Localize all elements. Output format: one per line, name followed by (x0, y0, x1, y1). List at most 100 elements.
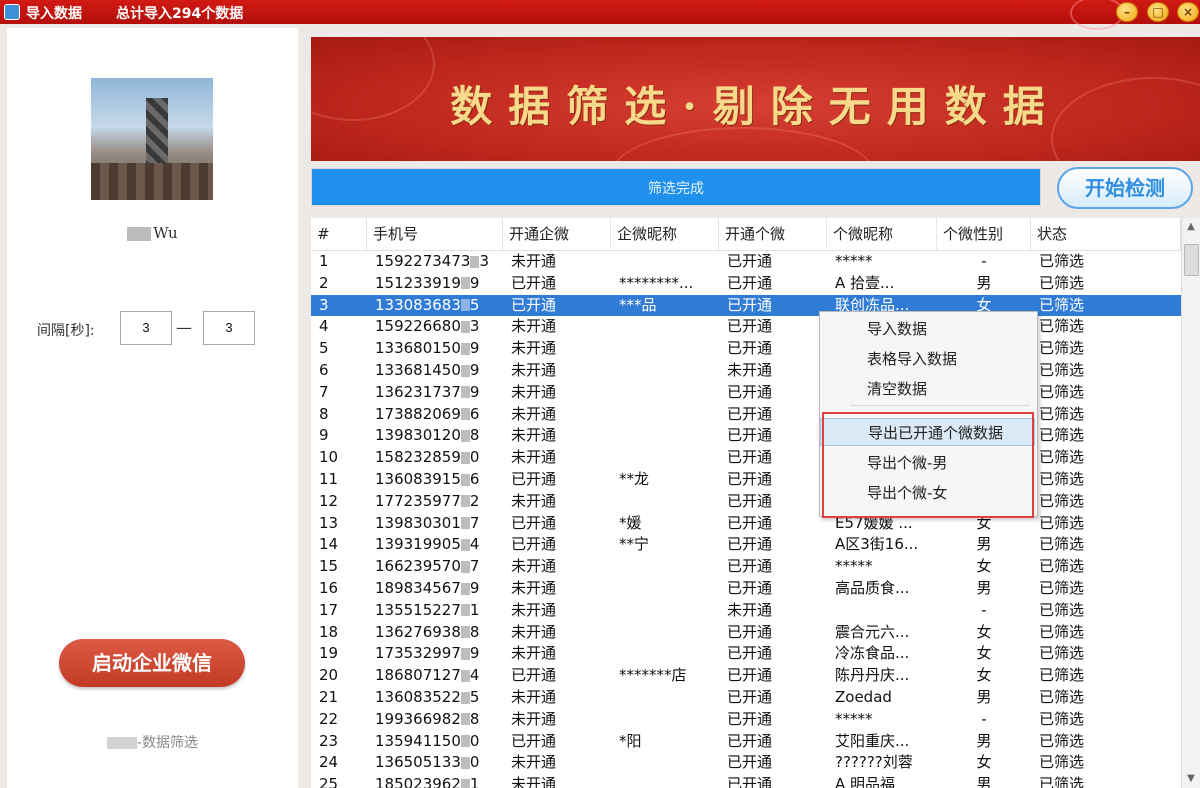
table-row[interactable]: 10 158232859 0 未开通 已开通 已筛选 (311, 447, 1181, 469)
phone-cell: 139830301 7 (367, 513, 511, 534)
qwnick-cell: **宁 (619, 535, 650, 554)
gw-cell: 已开通 (727, 557, 773, 576)
phone-digits: 199366982 (375, 709, 461, 728)
phone-cell: 133083683 5 (367, 295, 511, 316)
column-header[interactable]: 开通个微 (719, 218, 827, 250)
n-cell: 14 (319, 535, 339, 554)
qw-cell: 已开通 (511, 470, 557, 488)
phone-blur (460, 364, 470, 377)
column-header[interactable]: 个微昵称 (827, 218, 937, 250)
start-check-button[interactable]: 开始检测 (1057, 167, 1193, 209)
interval-min-input[interactable]: 3 (120, 311, 172, 345)
column-header[interactable]: 状态 (1031, 218, 1181, 250)
phone-digits: 173882069 (375, 404, 461, 423)
scroll-up-icon[interactable]: ▲ (1182, 218, 1200, 236)
qwnick-cell: ***品 (619, 295, 657, 314)
table-row[interactable]: 22 199366982 8 未开通 已开通 ***** - 已筛选 (311, 709, 1181, 731)
vertical-scrollbar[interactable]: ▲ ▼ (1181, 218, 1200, 788)
n-cell: 9 (319, 426, 329, 445)
phone-cell: 136083522 5 (367, 687, 511, 708)
table-row[interactable]: 15 166239570 7 未开通 已开通 ***** 女 已筛选 (311, 556, 1181, 578)
phone-last-digit: 9 (469, 382, 480, 401)
column-header[interactable]: 企微昵称 (611, 218, 719, 250)
n-cell: 7 (319, 382, 329, 401)
table-row[interactable]: 1 1592273473 3 未开通 已开通 ***** - 已筛选 (311, 251, 1181, 273)
qw-cell: 已开通 (511, 731, 557, 750)
table-row[interactable]: 11 136083915 6 已开通 **龙 已开通 已筛选 (311, 469, 1181, 491)
table-row[interactable]: 25 185023962 1 未开通 已开通 A 明品福 男 已筛选 (311, 774, 1181, 788)
gw-cell: 已开通 (727, 295, 773, 314)
gw-cell: 已开通 (727, 753, 773, 772)
column-header[interactable]: # (311, 218, 367, 250)
interval-max-input[interactable]: 3 (203, 311, 255, 345)
table-row[interactable]: 6 133681450 9 未开通 未开通 已筛选 (311, 360, 1181, 382)
column-header[interactable]: 个微性别 (937, 218, 1031, 250)
qw-cell: 已开通 (511, 295, 557, 314)
sex-cell: - (981, 600, 987, 619)
table-row[interactable]: 18 136276938 8 未开通 已开通 震合元六... 女 已筛选 (311, 622, 1181, 644)
table-row[interactable]: 9 139830120 8 未开通 已开通 已筛选 (311, 425, 1181, 447)
phone-blur (460, 560, 470, 573)
menu-import-data[interactable]: 导入数据 (820, 315, 1035, 343)
scroll-down-icon[interactable]: ▼ (1182, 770, 1200, 788)
table-row[interactable]: 8 173882069 6 未开通 已开通 已筛选 (311, 404, 1181, 426)
n-cell: 4 (319, 317, 329, 336)
phone-blur (460, 626, 470, 639)
phone-cell: 135941150 0 (367, 731, 511, 752)
gw-cell: 已开通 (727, 252, 773, 270)
interval-label: 间隔[秒]: (37, 323, 95, 339)
phone-last-digit: 4 (469, 666, 480, 685)
phone-last-digit: 8 (469, 709, 480, 728)
status-cell: 已筛选 (1039, 470, 1085, 488)
phone-cell: 139319905 4 (367, 534, 511, 555)
table-row[interactable]: 19 173532997 9 未开通 已开通 冷冻食品... 女 已筛选 (311, 643, 1181, 665)
gw-cell: 已开通 (727, 579, 773, 597)
table-row[interactable]: 2 151233919 9 已开通 ********... 已开通 A 拾壹... 男 已筛选 (311, 273, 1181, 295)
status-cell: 已筛选 (1039, 448, 1085, 467)
phone-cell: 173882069 6 (367, 404, 511, 425)
n-cell: 22 (319, 709, 339, 728)
table-row[interactable]: 17 135515227 1 未开通 未开通 - 已筛选 (311, 600, 1181, 622)
table-row[interactable]: 5 133680150 9 未开通 已开通 已筛选 (311, 338, 1181, 360)
sex-cell: 男 (976, 688, 992, 706)
phone-cell: 133681450 9 (367, 360, 511, 381)
phone-cell: 135515227 1 (367, 600, 511, 621)
table-row[interactable]: 16 189834567 9 未开通 已开通 高品质食... 男 已筛选 (311, 578, 1181, 600)
start-wecom-button[interactable]: 启动企业微信 (59, 639, 245, 687)
table-row[interactable]: 20 186807127 4 已开通 *******店 已开通 陈丹丹庆... 女 已筛选 (311, 665, 1181, 687)
qw-cell: 未开通 (511, 775, 557, 788)
column-header[interactable]: 手机号 (367, 218, 503, 250)
phone-last-digit: 7 (469, 513, 480, 532)
table-row[interactable]: 3 133083683 5 已开通 ***品 已开通 联创冻品... 女已筛选 (311, 294, 1181, 317)
qw-cell: 已开通 (511, 666, 557, 685)
gwnick-cell: A 拾壹... (835, 273, 895, 292)
status-cell: 已筛选 (1039, 295, 1085, 314)
maximize-icon[interactable]: □ (1147, 2, 1169, 22)
table-row[interactable]: 23 135941150 0 已开通 *阳 已开通 艾阳重庆... 男 已筛选 (311, 731, 1181, 753)
column-header[interactable]: 开通企微 (503, 218, 611, 250)
minimize-icon[interactable]: – (1116, 2, 1138, 22)
gw-cell: 已开通 (727, 317, 773, 336)
gwnick-cell: 陈丹丹庆... (835, 666, 910, 685)
phone-digits: 139319905 (375, 535, 461, 554)
table-row[interactable]: 21 136083522 5 未开通 已开通 Zoedad 男 已筛选 (311, 687, 1181, 709)
table-row[interactable]: 14 139319905 4 已开通 **宁 已开通 A区3街16... 男 已筛选 (311, 534, 1181, 556)
menu-import-spreadsheet[interactable]: 表格导入数据 (820, 345, 1035, 373)
title-bar: 导入数据 总计导入294个数据 – □ × (0, 0, 1200, 30)
table-row[interactable]: 7 136231737 9 未开通 已开通 已筛选 (311, 382, 1181, 404)
qw-cell: 已开通 (511, 535, 557, 554)
table-row[interactable]: 13 139830301 7 已开通 *媛 已开通 E57媛媛 ... 女已筛选 (311, 513, 1181, 535)
gwnick-cell: Zoedad (835, 688, 892, 706)
phone-last-digit: 9 (469, 339, 480, 358)
table-row[interactable]: 12 177235977 2 未开通 已开通 已筛选 (311, 491, 1181, 513)
phone-digits: 133680150 (375, 339, 461, 358)
table-row[interactable]: 4 159226680 3 未开通 已开通 已筛选 (311, 316, 1181, 338)
status-cell: 已筛选 (1039, 404, 1085, 423)
menu-clear-data[interactable]: 清空数据 (820, 375, 1035, 403)
scroll-thumb[interactable] (1184, 244, 1199, 276)
close-icon[interactable]: × (1177, 2, 1199, 22)
status-cell: 已筛选 (1039, 709, 1085, 728)
phone-cell: 139830120 8 (367, 425, 511, 446)
gw-cell: 已开通 (727, 709, 773, 728)
table-row[interactable]: 24 136505133 0 未开通 已开通 ??????刘蓉 女 已筛选 (311, 752, 1181, 774)
